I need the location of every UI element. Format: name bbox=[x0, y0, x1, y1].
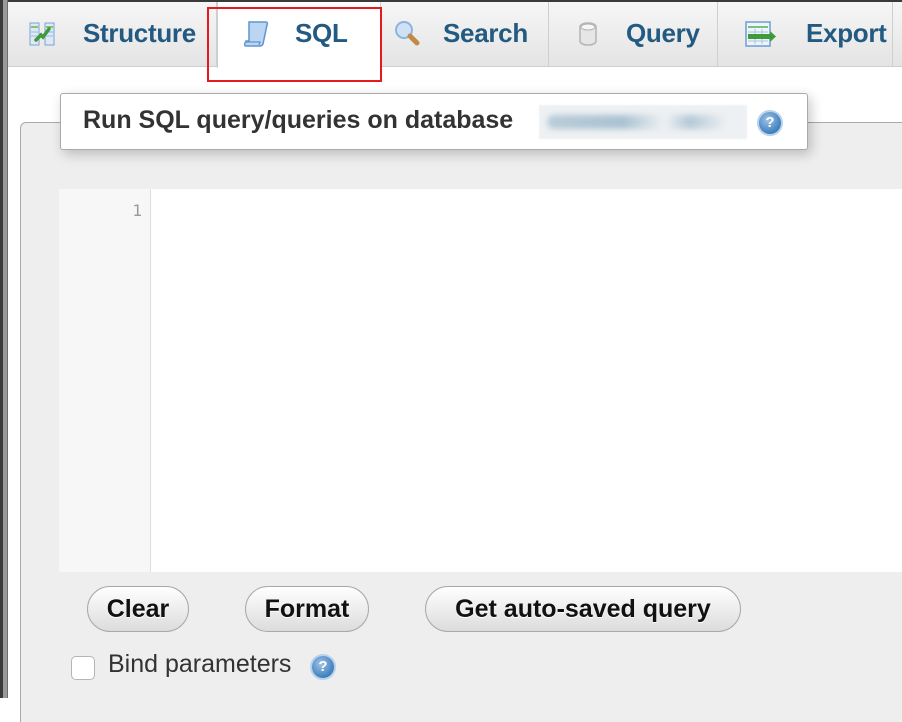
tab-query-label: Query bbox=[626, 18, 700, 48]
line-number-gutter: 1 bbox=[59, 189, 151, 572]
bind-parameters-help-icon[interactable]: ? bbox=[310, 654, 336, 680]
line-number: 1 bbox=[132, 201, 142, 220]
left-sidebar-edge bbox=[0, 0, 8, 698]
bind-parameters-checkbox[interactable] bbox=[71, 656, 95, 680]
tab-search-label: Search bbox=[443, 18, 528, 48]
get-auto-saved-query-button[interactable]: Get auto-saved query bbox=[425, 586, 741, 632]
sql-scroll-icon bbox=[242, 20, 269, 48]
tab-search[interactable]: Search bbox=[381, 2, 549, 66]
tab-sql[interactable]: SQL bbox=[217, 2, 381, 68]
tab-sql-label: SQL bbox=[295, 18, 348, 48]
search-magnifier-icon bbox=[393, 20, 420, 48]
tab-structure-label: Structure bbox=[83, 18, 196, 48]
tab-export[interactable]: Export bbox=[718, 2, 893, 66]
tab-export-label: Export bbox=[806, 18, 887, 48]
format-button[interactable]: Format bbox=[245, 586, 369, 632]
tab-bar: Structure SQL Search Query Export bbox=[8, 2, 902, 68]
database-name-redacted bbox=[539, 105, 747, 139]
sql-editor[interactable]: 1 bbox=[59, 189, 902, 572]
bind-parameters-label[interactable]: Bind parameters bbox=[108, 650, 291, 679]
tab-structure[interactable]: Structure bbox=[8, 2, 217, 66]
clear-button[interactable]: Clear bbox=[87, 586, 189, 632]
tab-query[interactable]: Query bbox=[549, 2, 718, 66]
export-table-icon bbox=[744, 20, 776, 48]
structure-icon bbox=[28, 20, 55, 48]
help-icon[interactable]: ? bbox=[757, 110, 783, 136]
query-cylinder-icon bbox=[575, 20, 601, 48]
sql-panel-legend: Run SQL query/queries on database ? bbox=[60, 93, 808, 150]
sql-query-input[interactable] bbox=[151, 189, 902, 572]
sql-panel-title: Run SQL query/queries on database bbox=[83, 106, 514, 134]
